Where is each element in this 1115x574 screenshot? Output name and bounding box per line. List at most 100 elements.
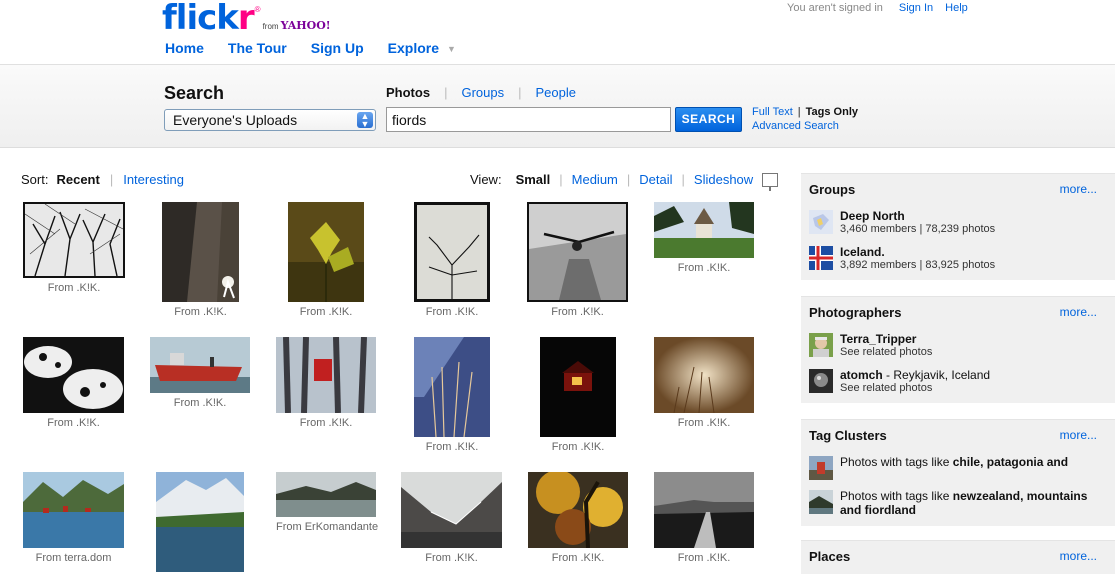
nav-home[interactable]: Home	[165, 40, 204, 56]
groups-more-link[interactable]: more...	[1060, 182, 1097, 197]
tag-cluster-thumbnail[interactable]	[809, 490, 833, 514]
yahoo-logo: YAHOO!	[280, 19, 331, 32]
tab-people[interactable]: People	[535, 85, 575, 100]
view-slideshow[interactable]: Slideshow	[694, 172, 753, 187]
divider: |	[518, 85, 522, 100]
photo-caption[interactable]: From .K!K.	[150, 397, 250, 409]
advanced-search-link[interactable]: Advanced Search	[752, 120, 839, 132]
avatar[interactable]	[809, 333, 833, 357]
photo-thumbnail[interactable]	[23, 202, 125, 278]
photo-thumbnail[interactable]	[23, 472, 124, 548]
see-related-photos-link[interactable]: See related photos	[840, 346, 1115, 358]
view-detail[interactable]: Detail	[639, 172, 672, 187]
search-band: Search Everyone's Uploads ▲ ▼ Photos | Gr…	[0, 64, 1115, 148]
tag-cluster-item: Photos with tags like chile, patagonia a…	[801, 455, 1115, 480]
photo-thumbnail[interactable]	[156, 472, 244, 572]
tab-photos[interactable]: Photos	[386, 85, 430, 100]
photo-thumbnail[interactable]	[276, 472, 376, 517]
group-icon[interactable]	[809, 210, 833, 234]
photo-caption[interactable]: From .K!K.	[654, 262, 754, 274]
see-related-photos-link[interactable]: See related photos	[840, 382, 1115, 394]
slideshow-icon[interactable]	[762, 172, 779, 191]
full-text-link[interactable]: Full Text	[752, 105, 793, 119]
places-more-link[interactable]: more...	[1060, 549, 1097, 564]
avatar[interactable]	[809, 369, 833, 393]
photo-caption[interactable]: From .K!K.	[276, 417, 376, 429]
tags-only-option[interactable]: Tags Only	[806, 105, 858, 119]
photo-thumbnail[interactable]	[540, 337, 616, 437]
search-options: Full Text | Tags Only Advanced Search	[752, 105, 858, 133]
photo-caption[interactable]: From .K!K.	[528, 552, 628, 564]
photo-item: From .K!K.	[150, 337, 250, 409]
photo-caption[interactable]: From ErKomandante	[276, 521, 378, 533]
sort-bar: Sort: Recent | Interesting	[21, 172, 184, 187]
view-small[interactable]: Small	[516, 172, 551, 187]
tag-cluster-thumbnail[interactable]	[809, 456, 833, 480]
panel-title: Photographers	[809, 305, 902, 320]
photo-thumbnail[interactable]	[162, 202, 239, 302]
tag-cluster-text[interactable]: Photos with tags like chile, patagonia a…	[840, 455, 1115, 469]
photo-caption[interactable]: From terra.dom	[23, 552, 124, 564]
group-name[interactable]: Iceland.	[840, 245, 1115, 259]
photo-item: From .K!K.	[654, 472, 754, 564]
photographer-name[interactable]: Terra_Tripper	[840, 332, 1115, 346]
photo-thumbnail[interactable]	[528, 472, 628, 548]
photographer-item: atomch - Reykjavik, Iceland See related …	[801, 368, 1115, 394]
photo-thumbnail[interactable]	[654, 202, 754, 258]
photo-thumbnail[interactable]	[527, 202, 628, 302]
photo-caption[interactable]: From .K!K.	[654, 417, 754, 429]
photo-caption[interactable]: From .K!K.	[527, 306, 628, 318]
sort-interesting[interactable]: Interesting	[123, 172, 184, 187]
photographers-more-link[interactable]: more...	[1060, 305, 1097, 320]
photo-thumbnail[interactable]	[414, 202, 490, 302]
photo-caption[interactable]: From .K!K.	[654, 552, 754, 564]
nav-the-tour[interactable]: The Tour	[228, 40, 287, 56]
photo-item: From .K!K.	[414, 337, 490, 453]
photo-caption[interactable]: From .K!K.	[540, 441, 616, 453]
photo-caption[interactable]: From .K!K.	[162, 306, 239, 318]
group-stats: 3,892 members | 83,925 photos	[840, 259, 996, 271]
photo-thumbnail[interactable]	[654, 337, 754, 413]
photo-thumbnail[interactable]	[276, 337, 376, 413]
tab-groups[interactable]: Groups	[461, 85, 504, 100]
photo-thumbnail[interactable]	[654, 472, 754, 548]
signed-out-status: You aren't signed in	[787, 2, 883, 14]
photo-caption[interactable]: From .K!K.	[23, 417, 124, 429]
group-name[interactable]: Deep North	[840, 209, 1115, 223]
help-link[interactable]: Help	[945, 2, 968, 14]
iceland-flag-icon[interactable]	[809, 246, 833, 270]
explore-dropdown-icon[interactable]: ▼	[447, 44, 456, 56]
view-medium[interactable]: Medium	[572, 172, 618, 187]
nav-sign-up[interactable]: Sign Up	[311, 40, 364, 56]
panel-title: Tag Clusters	[809, 428, 887, 443]
sign-in-link[interactable]: Sign In	[899, 2, 933, 14]
search-scope-select[interactable]: Everyone's Uploads ▲ ▼	[164, 109, 376, 131]
panel-title: Groups	[809, 182, 856, 197]
photo-thumbnail[interactable]	[414, 337, 490, 437]
photographers-panel: Photographers more... Terra_Tripper See …	[801, 296, 1115, 403]
view-bar: View: Small | Medium | Detail | Slidesho…	[470, 172, 779, 191]
photo-caption[interactable]: From .K!K.	[414, 441, 490, 453]
tag-clusters-more-link[interactable]: more...	[1060, 428, 1097, 443]
photo-thumbnail[interactable]	[401, 472, 502, 548]
photo-thumbnail[interactable]	[150, 337, 250, 393]
photo-item: From .K!K.	[654, 337, 754, 429]
divider: |	[681, 172, 685, 187]
search-input[interactable]	[386, 107, 671, 132]
photo-caption[interactable]: From .K!K.	[23, 282, 125, 294]
photo-item: From .K!K.	[276, 337, 376, 429]
view-label: View:	[470, 172, 502, 187]
photo-thumbnail[interactable]	[23, 337, 124, 413]
photographer-name[interactable]: atomch - Reykjavik, Iceland	[840, 368, 1115, 382]
photo-item: From .K!K.	[654, 202, 754, 274]
photo-caption[interactable]: From .K!K.	[288, 306, 364, 318]
photo-caption[interactable]: From .K!K.	[401, 552, 502, 564]
flickr-logo[interactable]: flickr ® from YAHOO!	[162, 0, 331, 36]
tag-cluster-text[interactable]: Photos with tags like newzealand, mounta…	[840, 489, 1115, 517]
sort-recent[interactable]: Recent	[56, 172, 99, 187]
nav-explore[interactable]: Explore	[388, 40, 439, 56]
photo-caption[interactable]: From .K!K.	[414, 306, 490, 318]
photographer-item: Terra_Tripper See related photos	[801, 332, 1115, 358]
search-button[interactable]: SEARCH	[675, 107, 742, 132]
photo-thumbnail[interactable]	[288, 202, 364, 302]
